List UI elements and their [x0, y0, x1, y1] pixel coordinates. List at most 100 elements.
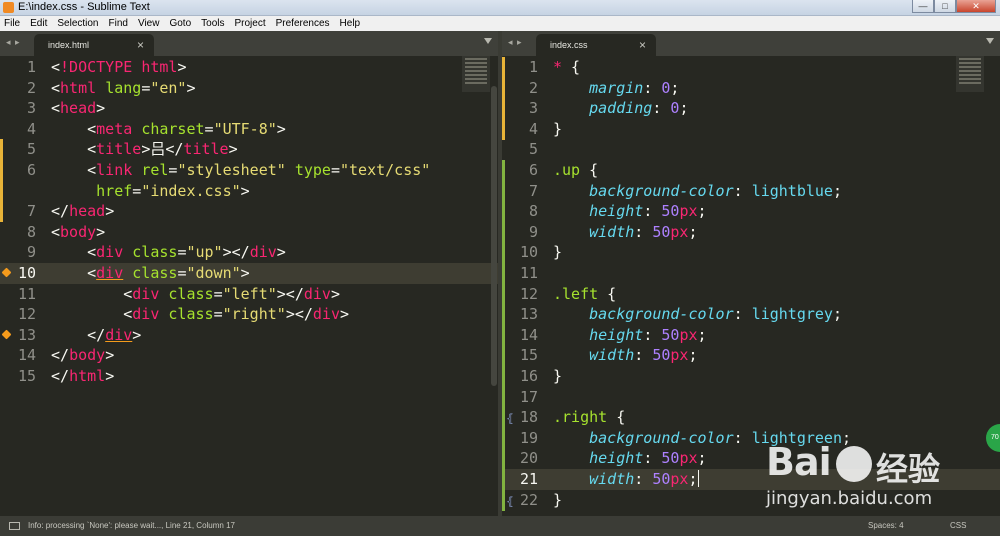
code-token: =: [213, 305, 223, 324]
code-line[interactable]: 6 <link rel="stylesheet" type="text/css": [0, 160, 498, 181]
code-line[interactable]: 3 <head>: [0, 98, 498, 119]
code-token: <: [51, 264, 97, 282]
line-number: 4: [528, 119, 538, 138]
fold-marker-icon[interactable]: ⦃: [506, 408, 514, 429]
code-line[interactable]: 8 height: 50px;: [502, 201, 1000, 223]
tab-index-html[interactable]: index.html ×: [34, 34, 154, 56]
code-token: height: [589, 449, 644, 468]
baidu-watermark: Bai 经验 jingyan.baidu.com: [766, 440, 966, 512]
indentation-setting[interactable]: Spaces: 4: [868, 521, 904, 530]
code-text: href="index.css">: [51, 181, 250, 202]
code-token: ;: [832, 181, 842, 200]
menu-view[interactable]: View: [138, 18, 160, 29]
code-line[interactable]: 5 <title>吕</title>: [0, 139, 498, 161]
code-token: >: [276, 119, 286, 138]
menu-preferences[interactable]: Preferences: [276, 18, 330, 29]
code-line[interactable]: 12 .left {: [502, 283, 1000, 305]
code-line[interactable]: 10}: [502, 242, 1000, 264]
watermark-logo-text: Bai: [766, 440, 832, 484]
code-line[interactable]: 11: [502, 263, 1000, 284]
gutter-change-marker: [502, 118, 505, 140]
line-number: 11: [17, 284, 36, 303]
tab-dropdown-icon[interactable]: [484, 38, 492, 44]
line-number: 3: [26, 99, 36, 118]
menu-project[interactable]: Project: [235, 18, 266, 29]
code-line[interactable]: 8 <body>: [0, 222, 498, 243]
tab-index-css[interactable]: index.css ×: [536, 34, 656, 56]
tab-bar-left: ◂ ▸ index.html ×: [0, 31, 498, 56]
code-line[interactable]: 18 .right {⦃: [502, 407, 1000, 429]
code-line[interactable]: 10 <div class="down">: [0, 263, 498, 284]
code-token: head: [69, 202, 106, 221]
code-line[interactable]: 14 height: 50px;: [502, 324, 1000, 346]
code-line[interactable]: 16}: [502, 366, 1000, 387]
tab-nav-arrows-left[interactable]: ◂ ▸: [6, 37, 21, 48]
code-token: background-color: [589, 428, 734, 447]
code-token: </: [165, 140, 184, 159]
tab-label-index-html: index.html: [48, 40, 90, 50]
code-line[interactable]: 3 padding: 0;: [502, 98, 1000, 120]
code-line[interactable]: 5: [502, 139, 1000, 160]
code-line[interactable]: 2 margin: 0;: [502, 77, 1000, 99]
menu-find[interactable]: Find: [109, 18, 128, 29]
code-line[interactable]: 13 </div>: [0, 325, 498, 346]
code-line[interactable]: 1 * {: [502, 57, 1000, 78]
minimize-button[interactable]: —: [912, 0, 934, 13]
code-line[interactable]: 7 background-color: lightblue;: [502, 180, 1000, 202]
menu-tools[interactable]: Tools: [201, 18, 224, 29]
code-line[interactable]: 12 <div class="right"></div>: [0, 304, 498, 325]
tab-nav-arrows-right[interactable]: ◂ ▸: [508, 37, 523, 48]
maximize-button[interactable]: □: [934, 0, 956, 13]
console-toggle-icon[interactable]: [9, 522, 20, 530]
scrollbar-html[interactable]: [491, 86, 497, 386]
code-token: }: [553, 367, 563, 385]
syntax-selector[interactable]: CSS: [950, 521, 966, 530]
code-line[interactable]: 4}: [502, 118, 1000, 140]
code-token: 50: [652, 470, 671, 488]
code-line[interactable]: 15 width: 50px;: [502, 345, 1000, 367]
code-line[interactable]: 2 <html lang="en">: [0, 78, 498, 99]
minimap-html[interactable]: [462, 56, 490, 92]
menu-selection[interactable]: Selection: [57, 18, 98, 29]
gutter-change-marker: [0, 201, 3, 223]
code-line[interactable]: 9 <div class="up"></div>: [0, 242, 498, 263]
code-line[interactable]: 17: [502, 386, 1000, 408]
code-line[interactable]: 11 <div class="left"></div>: [0, 284, 498, 305]
menu-edit[interactable]: Edit: [30, 18, 47, 29]
line-number: 8: [26, 222, 36, 241]
code-text: </div>: [51, 325, 141, 346]
close-button[interactable]: ✕: [956, 0, 996, 13]
code-line[interactable]: 1 <!DOCTYPE html>: [0, 57, 498, 78]
code-token: >: [132, 325, 142, 344]
code-token: 50: [661, 449, 680, 468]
code-token: px: [670, 470, 689, 488]
watermark-logo-cn: 经验: [876, 450, 941, 488]
watermark-url: jingyan.baidu.com: [766, 488, 933, 509]
code-line[interactable]: 13 background-color: lightgrey;: [502, 304, 1000, 326]
tab-dropdown-icon[interactable]: [986, 38, 994, 44]
code-editor-html[interactable]: 1 <!DOCTYPE html> 2 <html lang="en"> 3 < head >…: [0, 56, 498, 516]
code-line[interactable]: 4 <meta charset="UTF-8">: [0, 119, 498, 140]
code-line[interactable]: 7 </head>: [0, 201, 498, 223]
tab-label-index-css: index.css: [550, 40, 588, 50]
code-line[interactable]: 6 .up {: [502, 160, 1000, 181]
minimap-css[interactable]: [956, 56, 984, 92]
code-token: "index.css": [141, 181, 241, 200]
menu-file[interactable]: File: [4, 18, 20, 29]
tab-close-icon[interactable]: ×: [137, 38, 144, 52]
menu-help[interactable]: Help: [340, 18, 361, 29]
code-token: <: [51, 99, 61, 118]
code-line[interactable]: 15 </html>: [0, 366, 498, 387]
tab-close-icon[interactable]: ×: [639, 38, 646, 52]
menu-goto[interactable]: Goto: [169, 18, 191, 29]
code-token: =: [213, 284, 223, 303]
code-token: charset: [141, 119, 205, 138]
code-line[interactable]: 9 width: 50px;: [502, 221, 1000, 243]
fold-marker-icon[interactable]: ⦃: [506, 491, 514, 512]
code-line[interactable]: 14 </body>: [0, 345, 498, 366]
code-token: div: [96, 243, 124, 262]
code-line[interactable]: href="index.css">: [0, 180, 498, 202]
